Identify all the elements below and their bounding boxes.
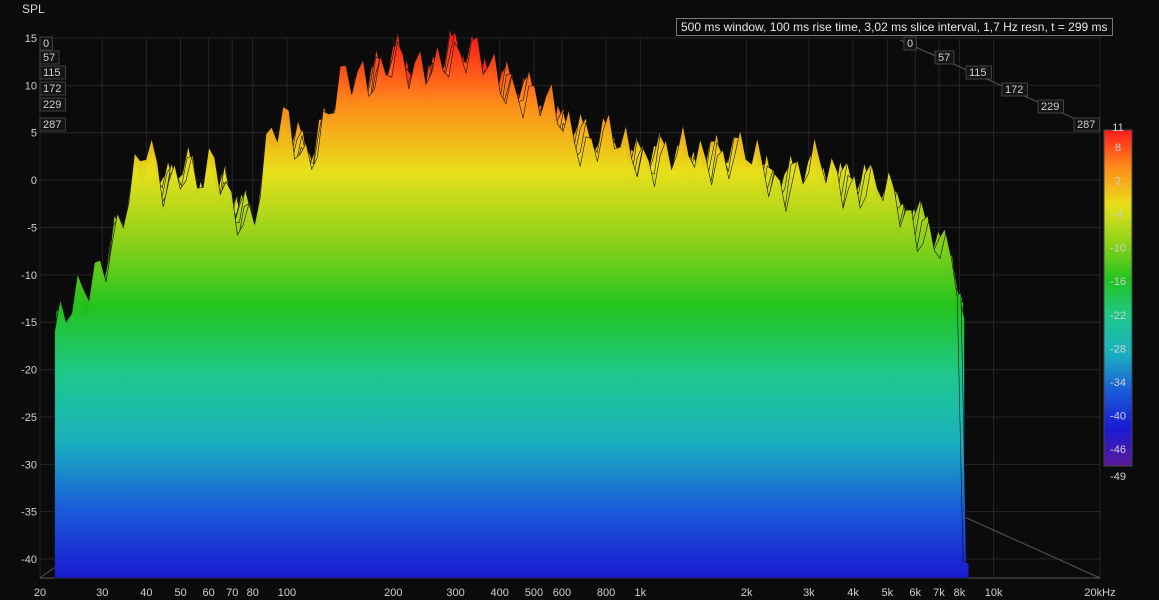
- time-tick-label: 115: [43, 67, 61, 79]
- time-tick-label: 229: [1041, 101, 1059, 113]
- colorbar-tick-label: -16: [1110, 276, 1126, 288]
- x-tick-label: 600: [553, 587, 571, 599]
- x-tick-label: 6k: [909, 587, 921, 599]
- y-tick-label: -25: [21, 412, 37, 424]
- waterfall-slices: [54, 28, 969, 579]
- time-tick-label: 287: [1077, 119, 1095, 131]
- x-tick-label: 4k: [847, 587, 859, 599]
- x-tick-label: 80: [247, 587, 259, 599]
- colorbar-tick-label: -49: [1110, 471, 1126, 483]
- time-tick-label: 172: [1005, 84, 1023, 96]
- y-tick-labels: 15 10 5 0 -5 -10 -15 -20 -25 -30 -35 -40: [21, 33, 37, 566]
- x-tick-label: 800: [597, 587, 615, 599]
- x-tick-label: 70: [226, 587, 238, 599]
- time-tick-label: 115: [969, 67, 987, 79]
- y-tick-label: 5: [31, 128, 37, 140]
- x-tick-labels: 20 30 40 50 60 70 80 100 200 300 400 500 600 800 1k 2k 3…: [34, 587, 1116, 599]
- x-tick-label: 50: [174, 587, 186, 599]
- x-tick-label: 2k: [741, 587, 753, 599]
- colorbar-tick-label: 8: [1115, 142, 1121, 154]
- time-tick-label: 0: [907, 38, 913, 50]
- colorbar-tick-label: -46: [1110, 444, 1126, 456]
- x-tick-label: 30: [96, 587, 108, 599]
- y-tick-label: -5: [27, 222, 37, 234]
- x-tick-label: 300: [446, 587, 464, 599]
- colorbar: 11 8 2 -4 -10 -16 -22 -28 -34 -40 -46 -49: [1103, 122, 1133, 483]
- x-tick-label: 20: [34, 587, 46, 599]
- time-tick-label: 172: [43, 83, 61, 95]
- x-tick-label: 40: [140, 587, 152, 599]
- y-tick-label: 15: [25, 33, 37, 45]
- x-tick-label: 20kHz: [1084, 587, 1115, 599]
- colorbar-tick-label: -34: [1110, 377, 1126, 389]
- colorbar-tick-label: -40: [1110, 411, 1126, 423]
- colorbar-tick-label: -22: [1110, 310, 1126, 322]
- y-tick-label: -40: [21, 554, 37, 566]
- x-tick-label: 1k: [634, 587, 646, 599]
- x-tick-label: 10k: [985, 587, 1003, 599]
- x-tick-label: 5k: [881, 587, 893, 599]
- colorbar-tick-label: -4: [1113, 209, 1123, 221]
- y-tick-label: -35: [21, 507, 37, 519]
- waterfall-chart: 151050-5-10-15-20-25-30-35-40 20 30 40 50 60…: [21, 28, 1133, 599]
- colorbar-tick-label: -28: [1110, 343, 1126, 355]
- x-tick-label: 7k: [933, 587, 945, 599]
- y-tick-label: -10: [21, 270, 37, 282]
- colorbar-tick-label: 11: [1112, 122, 1123, 134]
- waterfall-slice: [54, 36, 969, 579]
- depth-axis-right: [959, 514, 1101, 579]
- x-tick-label: 8k: [954, 587, 966, 599]
- y-tick-label: 10: [25, 80, 37, 92]
- y-tick-label: -20: [21, 365, 37, 377]
- y-tick-label: 0: [31, 175, 37, 187]
- colorbar-tick-label: 2: [1115, 175, 1121, 187]
- x-tick-label: 400: [491, 587, 509, 599]
- colorbar-tick-label: -10: [1110, 243, 1126, 255]
- time-tick-label: 57: [43, 52, 55, 64]
- x-tick-label: 100: [278, 587, 296, 599]
- time-tick-label: 287: [43, 119, 61, 131]
- x-tick-label: 60: [202, 587, 214, 599]
- x-tick-label: 3k: [803, 587, 815, 599]
- y-tick-label: -30: [21, 459, 37, 471]
- x-tick-label: 500: [525, 587, 543, 599]
- x-tick-label: 200: [384, 587, 402, 599]
- y-tick-label: -15: [21, 317, 37, 329]
- time-tick-label: 57: [938, 52, 950, 64]
- time-tick-label: 229: [43, 99, 61, 111]
- time-tick-label: 0: [43, 38, 49, 50]
